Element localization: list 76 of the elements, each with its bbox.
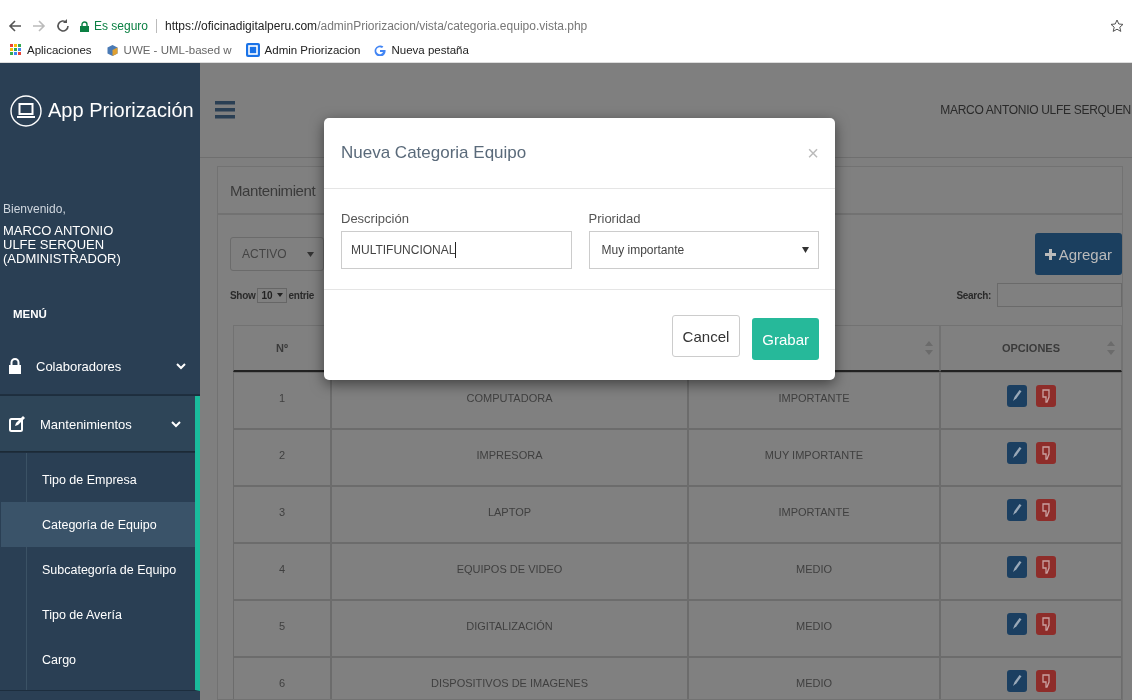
show-label: Show bbox=[230, 289, 256, 301]
lock-icon bbox=[80, 20, 89, 32]
edit-button[interactable] bbox=[1006, 499, 1027, 521]
edit-icon bbox=[9, 416, 25, 432]
user-menu[interactable]: MARCO ANTONIO ULFE SERQUEN bbox=[940, 103, 1131, 117]
table-cell: LAPTOP bbox=[331, 486, 688, 543]
submenu-item[interactable]: Categoría de Equipo bbox=[1, 502, 195, 547]
secure-label: Es seguro bbox=[94, 19, 149, 33]
add-button[interactable]: Agregar bbox=[1034, 233, 1122, 275]
bookmark[interactable]: Aplicaciones bbox=[10, 44, 92, 56]
dislike-button[interactable] bbox=[1035, 385, 1056, 407]
chevron-icon bbox=[176, 362, 186, 370]
table-cell: MEDIO bbox=[688, 543, 940, 600]
chevron-icon bbox=[171, 420, 181, 428]
lock-icon bbox=[9, 358, 21, 374]
bookmark[interactable]: Admin Priorizacion bbox=[245, 43, 361, 57]
app-title[interactable]: App Priorización bbox=[48, 99, 194, 122]
table-cell: 4 bbox=[233, 543, 331, 600]
menu-item[interactable]: Mantenimientos bbox=[0, 396, 195, 453]
search-label: Search: bbox=[956, 289, 991, 301]
table-cell: MEDIO bbox=[688, 600, 940, 657]
caret-icon bbox=[306, 251, 314, 257]
star-icon[interactable] bbox=[1110, 19, 1124, 33]
google-icon bbox=[374, 44, 387, 56]
caret-icon bbox=[276, 293, 283, 297]
dislike-button[interactable] bbox=[1035, 670, 1056, 692]
entries-label: entrie bbox=[288, 289, 315, 301]
table-cell: IMPORTANTE bbox=[688, 486, 940, 543]
caret-icon bbox=[802, 247, 809, 253]
edit-button[interactable] bbox=[1006, 556, 1027, 578]
bookmark[interactable]: Nueva pestaña bbox=[374, 44, 469, 56]
submenu-item[interactable]: Tipo de Avería bbox=[1, 592, 195, 637]
back-icon[interactable] bbox=[8, 19, 22, 33]
priority-select[interactable]: Muy importante bbox=[588, 231, 819, 269]
edit-button[interactable] bbox=[1006, 385, 1027, 407]
table-cell: 3 bbox=[233, 486, 331, 543]
reload-icon[interactable] bbox=[56, 19, 70, 33]
window-icon bbox=[245, 43, 260, 57]
table-cell: MEDIO bbox=[688, 657, 940, 699]
dislike-button[interactable] bbox=[1035, 556, 1056, 578]
submenu-item[interactable]: Subcategoría de Equipo bbox=[1, 547, 195, 592]
edit-button[interactable] bbox=[1006, 613, 1027, 635]
table-cell: 6 bbox=[233, 657, 331, 699]
table-cell: 1 bbox=[233, 372, 331, 429]
menu-icon[interactable] bbox=[215, 101, 235, 119]
laptop-icon bbox=[10, 94, 42, 127]
table-cell: IMPRESORA bbox=[331, 429, 688, 486]
description-field[interactable]: MULTIFUNCIONAL bbox=[341, 231, 572, 269]
page-size-select[interactable]: 10 bbox=[257, 287, 287, 303]
apps-icon bbox=[10, 44, 22, 56]
table-cell: MUY IMPORTANTE bbox=[688, 429, 940, 486]
user-name: MARCO ANTONIO ULFE SERQUEN (ADMINISTRADOR) bbox=[2, 222, 122, 266]
table-cell: 5 bbox=[233, 600, 331, 657]
address-field[interactable]: Es seguro https://oficinadigitalperu.com/adminPriorizacion/vista/categoria.equipo.vista.php bbox=[80, 15, 1100, 37]
menu-heading: MENÚ bbox=[12, 307, 48, 322]
table-cell: DISPOSITIVOS DE IMAGENES bbox=[331, 657, 688, 699]
bookmark[interactable]: UWE - UML-based w bbox=[105, 43, 232, 57]
cube-icon bbox=[105, 43, 119, 57]
welcome-text: Bienvenido, bbox=[2, 201, 67, 216]
field-label: Descripción bbox=[341, 211, 410, 226]
table-cell: EQUIPOS DE VIDEO bbox=[331, 543, 688, 600]
modal-title: Nueva Categoria Equipo bbox=[341, 143, 527, 163]
submenu-item[interactable]: Tipo de Empresa bbox=[1, 457, 195, 502]
dislike-button[interactable] bbox=[1035, 499, 1056, 521]
plus-icon bbox=[1044, 248, 1056, 260]
submenu-item[interactable]: Cargo bbox=[1, 637, 195, 682]
panel-title: Mantenimient bbox=[230, 181, 316, 199]
dislike-button[interactable] bbox=[1035, 442, 1056, 464]
dislike-button[interactable] bbox=[1035, 613, 1056, 635]
field-label: Prioridad bbox=[588, 211, 642, 226]
url-text: https://oficinadigitalperu.com/adminPriorizacion/vista/categoria.equipo.vista.php bbox=[165, 19, 588, 33]
cancel-button[interactable]: Cancel bbox=[671, 315, 741, 357]
table-cell: 2 bbox=[233, 429, 331, 486]
table-cell: DIGITALIZACIÓN bbox=[331, 600, 688, 657]
edit-button[interactable] bbox=[1006, 442, 1027, 464]
edit-button[interactable] bbox=[1006, 670, 1027, 692]
